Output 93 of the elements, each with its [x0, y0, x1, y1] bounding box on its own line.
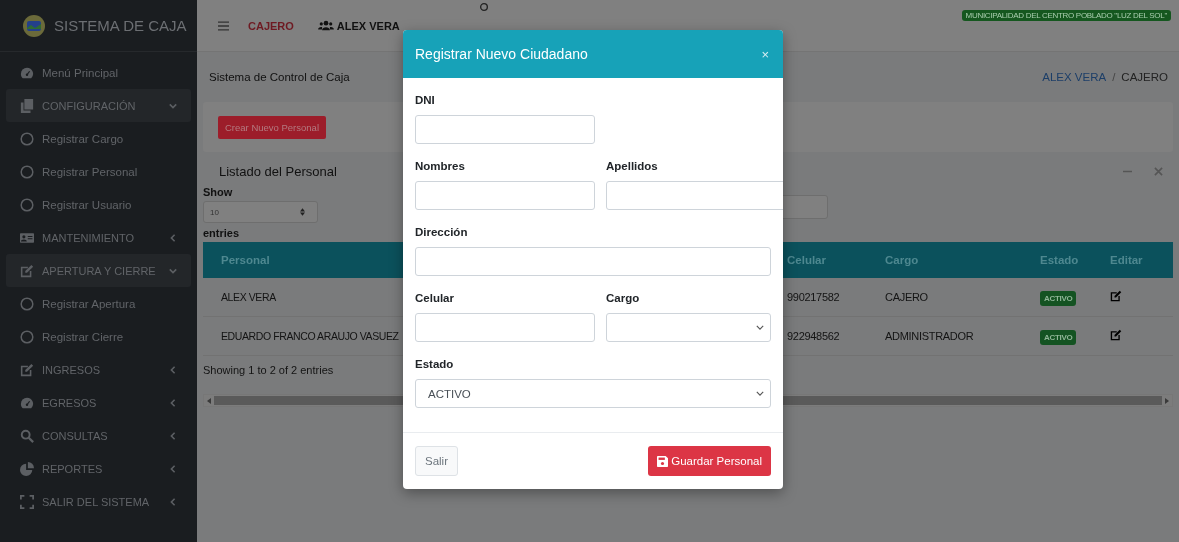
exit-button[interactable]: Salir [415, 446, 458, 476]
id-card-icon [20, 230, 34, 245]
input-field[interactable] [415, 115, 595, 144]
table-cell: CAJERO [885, 291, 928, 303]
table-info: Showing 1 to 2 of 2 entries [203, 363, 334, 378]
card-title: Listado del Personal [219, 163, 337, 179]
column-header: Editar [1109, 254, 1144, 266]
sort-arrows-icon [300, 208, 305, 216]
circle-icon [20, 164, 34, 179]
field-label: Cargo [606, 292, 641, 304]
table-cell: ALEX VERA [221, 291, 276, 303]
field-label: Apellidos [606, 160, 659, 172]
search-icon[interactable] [479, 2, 489, 12]
input-field[interactable] [415, 247, 771, 276]
scroll-left-icon[interactable] [207, 397, 211, 404]
edit-icon[interactable] [1110, 290, 1122, 302]
sidebar-group[interactable]: APERTURA Y CIERRE [6, 254, 191, 287]
circle-icon [20, 329, 34, 344]
entries-label: entries [203, 227, 240, 239]
brand-title: SISTEMA DE CAJA [54, 17, 187, 34]
municipality-badge: MUNICIPALIDAD DEL CENTRO POBLADO "LUZ DEL SOL" [961, 10, 1171, 21]
edit-icon[interactable] [1110, 329, 1122, 341]
chevron-down-icon [169, 101, 177, 110]
search-icon [20, 428, 34, 443]
table-cell: ADMINISTRADOR [885, 330, 974, 342]
dialog-title: Registrar Nuevo Ciudadano [415, 46, 588, 62]
field-label: Nombres [415, 160, 466, 172]
sidebar-group[interactable]: MANTENIMIENTO [6, 221, 191, 254]
dashboard-icon [20, 65, 34, 80]
status-badge: ACTIVO [1040, 330, 1077, 345]
pie-chart-icon [20, 461, 34, 476]
breadcrumb-link[interactable]: ALEX VERA [1042, 71, 1107, 83]
sidebar-group[interactable]: INGRESOS [6, 353, 191, 386]
users-icon [317, 20, 334, 31]
sidebar-subitem[interactable]: Registrar Cargo [6, 122, 191, 155]
input-field[interactable] [415, 181, 595, 210]
table-cell: 922948562 [787, 330, 840, 342]
role-label: CAJERO [248, 19, 294, 32]
column-header: Estado [1039, 254, 1080, 266]
column-header: Cargo [884, 254, 920, 266]
sidebar-group[interactable]: CONSULTAS [6, 419, 191, 452]
chevron-left-icon [169, 464, 177, 473]
circle-icon [20, 197, 34, 212]
close-icon[interactable] [1154, 166, 1163, 176]
breadcrumb-separator: / [1112, 71, 1116, 83]
sidebar-subitem[interactable]: Registrar Cierre [6, 320, 191, 353]
user-name: ALEX VERA [336, 19, 400, 32]
close-button[interactable]: × [759, 46, 771, 62]
circle-icon [20, 296, 34, 311]
save-button[interactable]: Guardar Personal [648, 446, 771, 476]
sidebar-group[interactable]: SALIR DEL SISTEMA [6, 485, 191, 518]
field-label: Celular [415, 292, 455, 304]
page-size-select[interactable]: 10 [203, 201, 318, 223]
column-header: Personal [220, 254, 271, 266]
show-label: Show [203, 186, 233, 198]
column-header: Celular [786, 254, 827, 266]
edit-icon [20, 362, 34, 377]
sidebar-subitem[interactable]: Registrar Usuario [6, 188, 191, 221]
chevron-down-icon [756, 391, 764, 396]
sidebar-group[interactable]: CONFIGURACIÓN [6, 89, 191, 122]
chevron-left-icon [169, 365, 177, 374]
edit-icon [20, 263, 34, 278]
chevron-down-icon [756, 325, 764, 330]
scroll-right-icon[interactable] [1165, 397, 1169, 404]
copy-icon [20, 98, 34, 113]
field-label: Dirección [415, 226, 469, 238]
select-field[interactable] [606, 313, 771, 342]
status-badge: ACTIVO [1040, 291, 1077, 306]
field-label: DNI [415, 94, 436, 106]
table-cell: 990217582 [787, 291, 840, 303]
logo-icon [22, 13, 46, 38]
create-personnel-button[interactable]: Crear Nuevo Personal [218, 115, 326, 139]
sidebar-subitem[interactable]: Registrar Personal [6, 155, 191, 188]
sidebar-group[interactable]: EGRESOS [6, 386, 191, 419]
chevron-left-icon [169, 233, 177, 242]
expand-icon [20, 494, 34, 509]
page-title: Sistema de Control de Caja [209, 71, 351, 83]
sidebar-group[interactable]: REPORTES [6, 452, 191, 485]
chevron-left-icon [169, 431, 177, 440]
sidebar-subitem[interactable]: Registrar Apertura [6, 287, 191, 320]
sidebar-item[interactable]: Menú Principal [6, 56, 191, 89]
chevron-down-icon [169, 266, 177, 275]
circle-icon [20, 131, 34, 146]
table-cell: EDUARDO FRANCO ARAUJO VASUEZ [221, 330, 399, 342]
chevron-left-icon [169, 497, 177, 506]
breadcrumb-current: CAJERO [1121, 71, 1168, 83]
menu-icon[interactable] [218, 20, 229, 31]
select-field[interactable]: ACTIVO [415, 379, 771, 408]
input-field[interactable] [415, 313, 595, 342]
dashboard-icon [20, 395, 34, 410]
chevron-left-icon [169, 398, 177, 407]
input-field[interactable] [606, 181, 783, 210]
field-label: Estado [415, 358, 455, 370]
